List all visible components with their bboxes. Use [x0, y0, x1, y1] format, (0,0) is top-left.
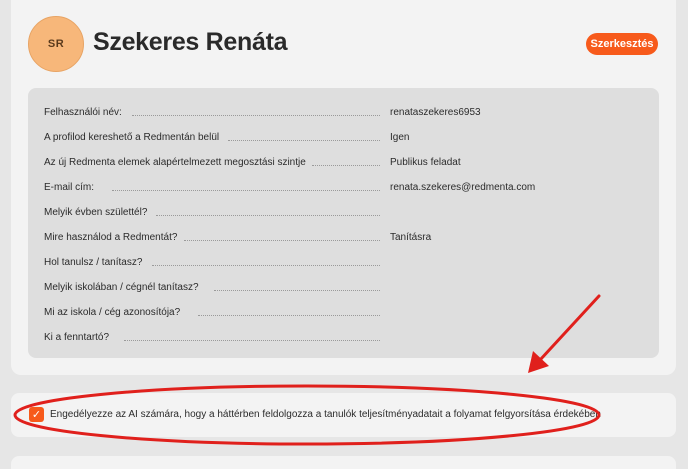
detail-dots [198, 315, 380, 316]
detail-row-sharing-level: Az új Redmenta elemek alapértelmezett me… [44, 152, 644, 168]
detail-row-birth-year: Melyik évben születtél? [44, 202, 644, 218]
detail-dots [132, 115, 380, 116]
detail-value: renata.szekeres@redmenta.com [390, 182, 536, 193]
detail-label: Ki a fenntartó? [44, 332, 110, 343]
detail-dots [152, 265, 380, 266]
detail-row-where: Hol tanulsz / tanítasz? [44, 252, 644, 268]
detail-row-school: Melyik iskolában / cégnél tanítasz? [44, 277, 644, 293]
detail-row-usage: Mire használod a Redmentát? Tanításra [44, 227, 644, 243]
detail-dots [312, 165, 380, 166]
detail-dots [124, 340, 380, 341]
detail-dots [112, 190, 380, 191]
detail-label: Hol tanulsz / tanítasz? [44, 257, 143, 268]
detail-value: renataszekeres6953 [390, 107, 481, 118]
ai-consent-label[interactable]: Engedélyezze az AI számára, hogy a hátté… [50, 409, 601, 420]
next-section-card [11, 456, 676, 469]
detail-label: E-mail cím: [44, 182, 94, 193]
detail-row-email: E-mail cím: renata.szekeres@redmenta.com [44, 177, 644, 193]
details-panel: Felhasználói név: renataszekeres6953 A p… [28, 88, 659, 358]
detail-dots [184, 240, 380, 241]
detail-row-maintainer: Ki a fenntartó? [44, 327, 644, 343]
detail-dots [214, 290, 380, 291]
detail-value: Igen [390, 132, 410, 143]
detail-row-school-id: Mi az iskola / cég azonosítója? [44, 302, 644, 318]
edit-button[interactable]: Szerkesztés [586, 33, 658, 55]
detail-row-username: Felhasználói név: renataszekeres6953 [44, 102, 644, 118]
detail-value: Publikus feladat [390, 157, 461, 168]
ai-consent-checkbox[interactable]: ✓ [29, 407, 44, 422]
detail-label: Felhasználói név: [44, 107, 122, 118]
detail-dots [156, 215, 380, 216]
detail-row-searchable: A profilod kereshető a Redmentán belül I… [44, 127, 644, 143]
detail-label: Az új Redmenta elemek alapértelmezett me… [44, 157, 306, 168]
avatar: SR [28, 16, 84, 72]
checkmark-icon: ✓ [31, 409, 42, 421]
detail-dots [228, 140, 380, 141]
detail-label: Mi az iskola / cég azonosítója? [44, 307, 181, 318]
detail-value: Tanításra [390, 232, 432, 243]
detail-label: Melyik évben születtél? [44, 207, 148, 218]
profile-card: SR Szekeres Renáta Szerkesztés Felhaszná… [11, 0, 676, 375]
detail-label: A profilod kereshető a Redmentán belül [44, 132, 220, 143]
detail-label: Melyik iskolában / cégnél tanítasz? [44, 282, 199, 293]
ai-consent-card: ✓ Engedélyezze az AI számára, hogy a hát… [11, 393, 676, 437]
profile-name: Szekeres Renáta [93, 28, 288, 56]
detail-label: Mire használod a Redmentát? [44, 232, 178, 243]
